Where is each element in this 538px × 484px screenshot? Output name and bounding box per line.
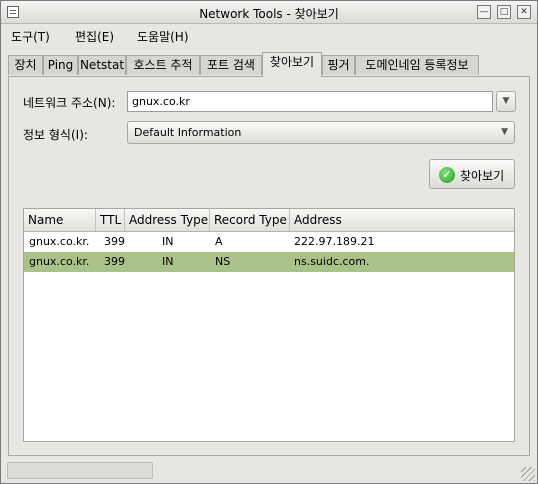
window-title: Network Tools - 찾아보기: [199, 7, 339, 21]
tab-finger[interactable]: 핑거: [322, 55, 355, 75]
tab-lookup[interactable]: 찾아보기: [262, 52, 322, 77]
results-table[interactable]: Name TTL Address Type Record Type Addres…: [23, 208, 515, 442]
main-window: Network Tools - 찾아보기 — □ ✕ 도구(T) 편집(E) 도…: [0, 0, 538, 484]
cell-record-type: A: [215, 235, 223, 248]
tab-port-scan[interactable]: 포트 검색: [200, 55, 262, 75]
menu-help[interactable]: 도움말(H): [137, 28, 189, 45]
close-icon[interactable]: ✕: [517, 5, 531, 19]
cell-address-type: IN: [162, 235, 174, 248]
table-row[interactable]: gnux.co.kr. 399 IN NS ns.suidc.com.: [24, 252, 514, 272]
menu-tools[interactable]: 도구(T): [11, 28, 50, 45]
tab-whois[interactable]: 도메인네임 등록정보: [355, 55, 479, 75]
menu-edit[interactable]: 편집(E): [75, 28, 114, 45]
format-select-value: Default Information: [134, 126, 242, 139]
menu-bar: 도구(T) 편집(E) 도움말(H): [1, 24, 537, 46]
table-row[interactable]: gnux.co.kr. 399 IN A 222.97.189.21: [24, 232, 514, 252]
column-header-address[interactable]: Address: [290, 209, 514, 231]
address-label: 네트워크 주소(N):: [23, 96, 116, 110]
cell-ttl: 399: [104, 235, 125, 248]
column-header-record-type[interactable]: Record Type: [210, 209, 290, 231]
address-history-dropdown[interactable]: ▼: [496, 91, 516, 112]
minimize-icon[interactable]: —: [477, 5, 491, 19]
cell-name: gnux.co.kr.: [29, 255, 90, 268]
cell-address-type: IN: [162, 255, 174, 268]
chevron-down-icon: ▼: [501, 127, 508, 137]
lookup-button[interactable]: ✓ 찾아보기: [429, 159, 515, 189]
table-header: Name TTL Address Type Record Type Addres…: [24, 209, 514, 232]
status-bar: [7, 462, 153, 479]
tab-traceroute[interactable]: 호스트 추적: [126, 55, 200, 75]
column-header-ttl[interactable]: TTL: [96, 209, 125, 231]
column-header-address-type[interactable]: Address Type: [125, 209, 210, 231]
cell-record-type: NS: [215, 255, 231, 268]
check-icon: ✓: [439, 167, 455, 183]
format-label: 정보 형식(I):: [23, 128, 88, 142]
column-header-name[interactable]: Name: [24, 209, 96, 231]
title-bar[interactable]: Network Tools - 찾아보기 — □ ✕: [1, 1, 537, 24]
cell-address: 222.97.189.21: [294, 235, 375, 248]
maximize-icon[interactable]: □: [497, 5, 511, 19]
format-select[interactable]: Default Information ▼: [127, 121, 515, 144]
cell-name: gnux.co.kr.: [29, 235, 90, 248]
resize-grip-icon[interactable]: [521, 467, 535, 481]
address-input[interactable]: gnux.co.kr: [127, 91, 493, 112]
tab-netstat[interactable]: Netstat: [78, 55, 126, 75]
tab-devices[interactable]: 장치: [8, 55, 43, 75]
cell-ttl: 399: [104, 255, 125, 268]
cell-address: ns.suidc.com.: [294, 255, 370, 268]
tab-ping[interactable]: Ping: [43, 55, 78, 75]
lookup-button-label: 찾아보기: [460, 169, 505, 183]
